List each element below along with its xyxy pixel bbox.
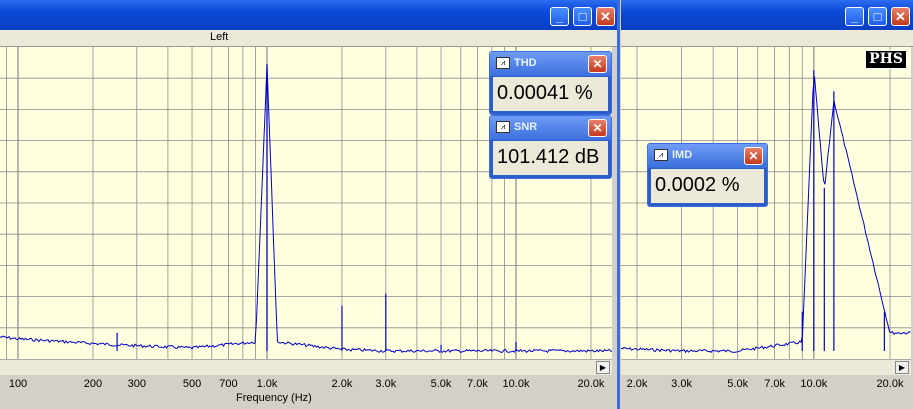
close-button[interactable]: ✕	[596, 7, 615, 26]
horizontal-scrollbar[interactable]: ▶	[0, 359, 612, 375]
thd-meter[interactable]: ⩘ THD ✕ 0.00041 %	[489, 51, 612, 115]
x-tick-label: 7.0k	[764, 378, 786, 390]
x-tick-label: 5.0k	[430, 378, 452, 390]
meter-value: 101.412 dB	[493, 141, 608, 175]
meter-value: 0.0002 %	[651, 169, 764, 203]
x-tick-label: 2.0k	[331, 378, 353, 390]
x-tick-label: 300	[127, 378, 146, 390]
maximize-button[interactable]: □	[573, 7, 592, 26]
x-tick-label: 20.0k	[876, 378, 904, 390]
imd-meter[interactable]: ⩘ IMD ✕ 0.0002 %	[647, 143, 768, 207]
minimize-button[interactable]: _	[845, 7, 864, 26]
snr-meter[interactable]: ⩘ SNR ✕ 101.412 dB	[489, 115, 612, 179]
scroll-right-button[interactable]: ▶	[895, 361, 909, 374]
horizontal-scrollbar[interactable]: ▶	[621, 359, 911, 375]
meter-title: SNR	[514, 121, 538, 133]
x-tick-label: 100	[8, 378, 28, 390]
channel-header	[621, 30, 913, 47]
meter-title: THD	[514, 57, 537, 69]
x-tick-label: 2.0k	[626, 378, 648, 390]
meter-icon: ⩘	[654, 149, 668, 161]
x-tick-label: 10.0k	[502, 378, 530, 390]
meter-icon: ⩘	[496, 57, 510, 69]
meter-title: IMD	[672, 149, 693, 161]
x-tick-label: 20.0k	[577, 378, 605, 390]
meter-close-button[interactable]: ✕	[744, 147, 763, 165]
phs-logo: PHS	[865, 50, 907, 69]
meter-close-button[interactable]: ✕	[588, 55, 607, 73]
window-border	[617, 0, 620, 409]
x-tick-label: 3.0k	[671, 378, 692, 390]
scroll-right-button[interactable]: ▶	[596, 361, 610, 374]
channel-label: Left	[210, 31, 229, 43]
x-tick-label: 3.0k	[375, 378, 397, 390]
x-tick-label: 700	[219, 378, 238, 390]
x-tick-label: 7.0k	[467, 378, 488, 390]
noise-floor-trace	[621, 76, 911, 354]
x-tick-label: 10.0k	[800, 378, 828, 390]
close-button[interactable]: ✕	[891, 7, 910, 26]
meter-value: 0.00041 %	[493, 77, 608, 111]
minimize-button[interactable]: _	[550, 7, 569, 26]
channel-header: Left	[0, 30, 618, 47]
meter-close-button[interactable]: ✕	[588, 119, 607, 137]
meter-icon: ⩘	[496, 121, 510, 133]
x-tick-label: 200	[83, 378, 103, 390]
window-titlebar[interactable]	[0, 0, 620, 30]
x-tick-label: 500	[182, 378, 202, 390]
maximize-button[interactable]: □	[868, 7, 887, 26]
x-axis-title: Frequency (Hz)	[236, 392, 312, 404]
x-tick-label: 1.0k	[256, 378, 278, 390]
x-tick-label: 5.0k	[727, 378, 749, 390]
x-axis-labels: 2.0k 3.0k 5.0k 7.0k 10.0k 20.0k	[621, 378, 911, 394]
